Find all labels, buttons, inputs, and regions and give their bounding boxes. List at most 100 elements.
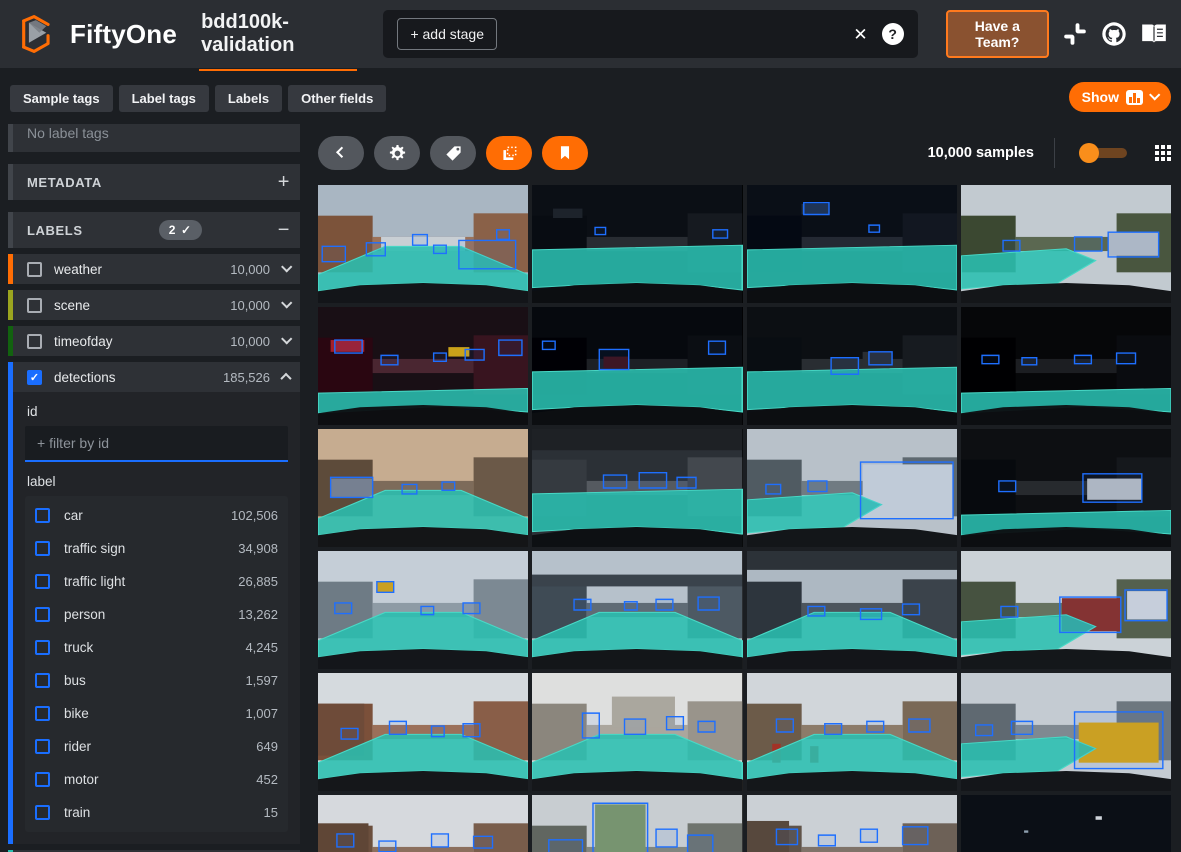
class-row-car[interactable]: car102,506	[35, 499, 278, 532]
have-a-team-button[interactable]: Have a Team?	[946, 10, 1049, 58]
sample-thumbnail[interactable]	[532, 795, 742, 852]
settings-button[interactable]	[374, 136, 420, 170]
sample-thumbnail[interactable]	[532, 429, 742, 547]
filter-by-id-input[interactable]	[25, 426, 288, 462]
field-group-timeofday: timeofday10,000	[8, 326, 300, 356]
class-row-motor[interactable]: motor452	[35, 763, 278, 796]
class-label: car	[64, 508, 83, 523]
sample-thumbnail[interactable]	[747, 551, 957, 669]
sample-thumbnail[interactable]	[747, 673, 957, 791]
checkbox[interactable]	[27, 298, 42, 313]
slack-icon[interactable]	[1063, 21, 1087, 47]
badge-count: 2	[169, 223, 176, 237]
show-button[interactable]: Show	[1069, 82, 1171, 112]
field-detections[interactable]: ✓detections185,526	[13, 362, 300, 392]
patches-button[interactable]	[486, 136, 532, 170]
metadata-section-header[interactable]: METADATA +	[8, 164, 300, 200]
show-button-label: Show	[1082, 89, 1119, 105]
sample-thumbnail[interactable]	[747, 307, 957, 425]
help-icon[interactable]: ?	[882, 23, 904, 45]
sample-thumbnail[interactable]	[747, 429, 957, 547]
grid-zoom-slider[interactable]	[1083, 148, 1127, 158]
tab-label-tags[interactable]: Label tags	[119, 85, 209, 112]
class-row-bike[interactable]: bike1,007	[35, 697, 278, 730]
tab-other-fields[interactable]: Other fields	[288, 85, 386, 112]
id-field-label: id	[27, 404, 288, 419]
class-row-traffic-sign[interactable]: traffic sign34,908	[35, 532, 278, 565]
sample-thumbnail[interactable]	[532, 307, 742, 425]
checkbox[interactable]	[35, 673, 50, 688]
grid-size-icon[interactable]	[1155, 145, 1171, 161]
checkbox[interactable]	[27, 262, 42, 277]
sample-thumbnail[interactable]	[318, 307, 528, 425]
field-scene[interactable]: scene10,000	[13, 290, 300, 320]
sample-thumbnail[interactable]	[318, 795, 528, 852]
app-title: FiftyOne	[70, 19, 177, 50]
sample-thumbnail[interactable]	[747, 795, 957, 852]
class-count: 1,597	[245, 673, 278, 688]
tab-labels[interactable]: Labels	[215, 85, 282, 112]
save-view-button[interactable]	[542, 136, 588, 170]
field-weather[interactable]: weather10,000	[13, 254, 300, 284]
sample-thumbnail[interactable]	[961, 185, 1171, 303]
sidebar: No label tags METADATA + LABELS 2 ✓ − we…	[0, 120, 308, 852]
class-row-truck[interactable]: truck4,245	[35, 631, 278, 664]
sample-thumbnail[interactable]	[318, 429, 528, 547]
label-field-label: label	[27, 474, 288, 489]
class-count: 649	[256, 739, 278, 754]
metadata-label: METADATA	[27, 175, 102, 190]
sample-thumbnail[interactable]	[961, 307, 1171, 425]
class-row-rider[interactable]: rider649	[35, 730, 278, 763]
add-stage-button[interactable]: + add stage	[397, 18, 497, 50]
expand-plus-icon[interactable]: +	[278, 171, 290, 194]
chevron-left-icon	[336, 147, 347, 158]
bar-chart-icon	[1126, 90, 1143, 105]
bookmark-icon	[556, 144, 574, 162]
checkbox[interactable]	[35, 541, 50, 556]
checkbox[interactable]	[35, 805, 50, 820]
field-timeofday[interactable]: timeofday10,000	[13, 326, 300, 356]
checkbox[interactable]	[35, 574, 50, 589]
slider-knob[interactable]	[1079, 143, 1099, 163]
sample-thumbnail[interactable]	[961, 551, 1171, 669]
fiftyone-logo-icon[interactable]	[14, 13, 56, 55]
checkbox[interactable]	[35, 772, 50, 787]
field-label: scene	[54, 298, 90, 313]
clear-view-icon[interactable]: ✕	[853, 26, 867, 43]
checkbox[interactable]	[35, 706, 50, 721]
checkbox[interactable]	[35, 739, 50, 754]
labels-section-header[interactable]: LABELS 2 ✓ −	[8, 212, 300, 248]
sample-thumbnail[interactable]	[961, 673, 1171, 791]
sample-thumbnail[interactable]	[747, 185, 957, 303]
gear-icon	[388, 144, 407, 163]
samples-count: 10,000 samples	[928, 145, 1034, 161]
class-label: traffic light	[64, 574, 125, 589]
sample-thumbnail[interactable]	[961, 429, 1171, 547]
sample-thumbnail[interactable]	[318, 673, 528, 791]
back-button[interactable]	[318, 136, 364, 170]
tag-samples-button[interactable]	[430, 136, 476, 170]
class-row-traffic-light[interactable]: traffic light26,885	[35, 565, 278, 598]
class-row-bus[interactable]: bus1,597	[35, 664, 278, 697]
tab-sample-tags[interactable]: Sample tags	[10, 85, 113, 112]
class-count: 452	[256, 772, 278, 787]
checkbox[interactable]	[27, 334, 42, 349]
class-row-train[interactable]: train15	[35, 796, 278, 829]
docs-book-icon[interactable]	[1141, 21, 1167, 47]
view-stage-bar[interactable]: + add stage ✕ ?	[383, 10, 917, 58]
chevron-up-icon	[280, 373, 291, 384]
sample-thumbnail[interactable]	[532, 551, 742, 669]
dataset-name[interactable]: bdd100k-validation	[201, 11, 355, 57]
class-row-person[interactable]: person13,262	[35, 598, 278, 631]
checkbox[interactable]: ✓	[27, 370, 42, 385]
github-icon[interactable]	[1101, 21, 1127, 47]
sample-thumbnail[interactable]	[532, 185, 742, 303]
sample-thumbnail[interactable]	[318, 185, 528, 303]
checkbox[interactable]	[35, 607, 50, 622]
sample-thumbnail[interactable]	[532, 673, 742, 791]
checkbox[interactable]	[35, 640, 50, 655]
sample-thumbnail[interactable]	[318, 551, 528, 669]
collapse-minus-icon[interactable]: −	[278, 219, 290, 242]
sample-thumbnail[interactable]	[961, 795, 1171, 852]
checkbox[interactable]	[35, 508, 50, 523]
